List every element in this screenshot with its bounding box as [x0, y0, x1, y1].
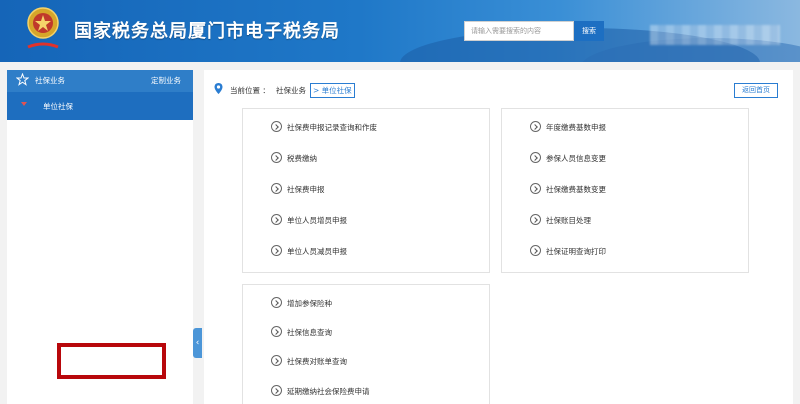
chevron-circle-icon	[271, 214, 282, 225]
service-panel-3: 增加参保险种 社保信息查询 社保费对账单查询 延期缴纳社会保险费申请	[242, 284, 490, 404]
service-panel-2: 年度缴费基数申报 参保人员信息变更 社保缴费基数变更 社保账目处理 社保证明查询…	[501, 108, 749, 273]
menu-item-label: 社保费申报	[287, 185, 325, 194]
chevron-circle-icon	[271, 152, 282, 163]
menu-item-label: 延期缴纳社会保险费申请	[287, 387, 370, 396]
sidebar-section-header[interactable]: 社保业务 定制业务	[7, 70, 193, 92]
blurred-user-info	[650, 25, 780, 45]
breadcrumb-link[interactable]: 社保业务	[276, 85, 306, 96]
chevron-circle-icon	[530, 183, 541, 194]
chevron-circle-icon	[530, 121, 541, 132]
site-title: 国家税务总局厦门市电子税务局	[74, 21, 340, 42]
emblem-icon	[27, 7, 59, 49]
sidebar-item-label: 单位社保	[43, 102, 73, 111]
location-label: 当前位置 ：	[230, 86, 270, 95]
chevron-circle-icon	[530, 214, 541, 225]
site-header: 国家税务总局厦门市电子税务局 搜索	[0, 0, 800, 62]
chevron-circle-icon	[271, 183, 282, 194]
chevron-circle-icon	[271, 326, 282, 337]
menu-item-label: 参保人员信息变更	[546, 154, 606, 163]
sidebar-collapse-toggle[interactable]: ‹	[193, 328, 202, 358]
search-button[interactable]: 搜索	[574, 21, 604, 41]
sidebar-item-unit-social-security[interactable]: 单位社保	[7, 92, 193, 120]
main-content: 当前位置 ： 社保业务 > 单位社保 返回首页 社保费申报记录查询和作废 税费缴…	[204, 70, 793, 404]
service-panel-1: 社保费申报记录查询和作废 税费缴纳 社保费申报 单位人员增员申报 单位人员减员申…	[242, 108, 490, 273]
menu-item-label: 社保账目处理	[546, 216, 591, 225]
star-icon	[16, 73, 29, 86]
return-home-button[interactable]: 返回首页	[734, 83, 778, 98]
menu-item-label: 增加参保险种	[287, 299, 332, 308]
chevron-circle-icon	[271, 245, 282, 256]
menu-item-label: 社保费对账单查询	[287, 357, 347, 366]
sidebar-section-label: 社保业务	[35, 76, 65, 85]
menu-item-label: 单位人员增员申报	[287, 216, 347, 225]
breadcrumb-current: > 单位社保	[310, 83, 355, 98]
search-input[interactable]	[464, 21, 574, 41]
chevron-circle-icon	[271, 355, 282, 366]
chevron-circle-icon	[271, 121, 282, 132]
menu-item-label: 税费缴纳	[287, 154, 317, 163]
menu-item-label: 单位人员减员申报	[287, 247, 347, 256]
chevron-circle-icon	[271, 385, 282, 396]
menu-item-label: 年度缴费基数申报	[546, 123, 606, 132]
location-pin-icon	[214, 83, 223, 94]
custom-business-link[interactable]: 定制业务	[151, 75, 181, 86]
menu-item-label: 社保缴费基数变更	[546, 185, 606, 194]
chevron-circle-icon	[271, 297, 282, 308]
menu-item-label: 社保费申报记录查询和作废	[287, 123, 377, 132]
chevron-circle-icon	[530, 152, 541, 163]
menu-item-label: 社保信息查询	[287, 328, 332, 337]
chevron-circle-icon	[530, 245, 541, 256]
sidebar: 社保业务 定制业务 单位社保 ‹	[7, 70, 202, 404]
caret-down-icon	[21, 102, 27, 106]
menu-item-label: 社保证明查询打印	[546, 247, 606, 256]
